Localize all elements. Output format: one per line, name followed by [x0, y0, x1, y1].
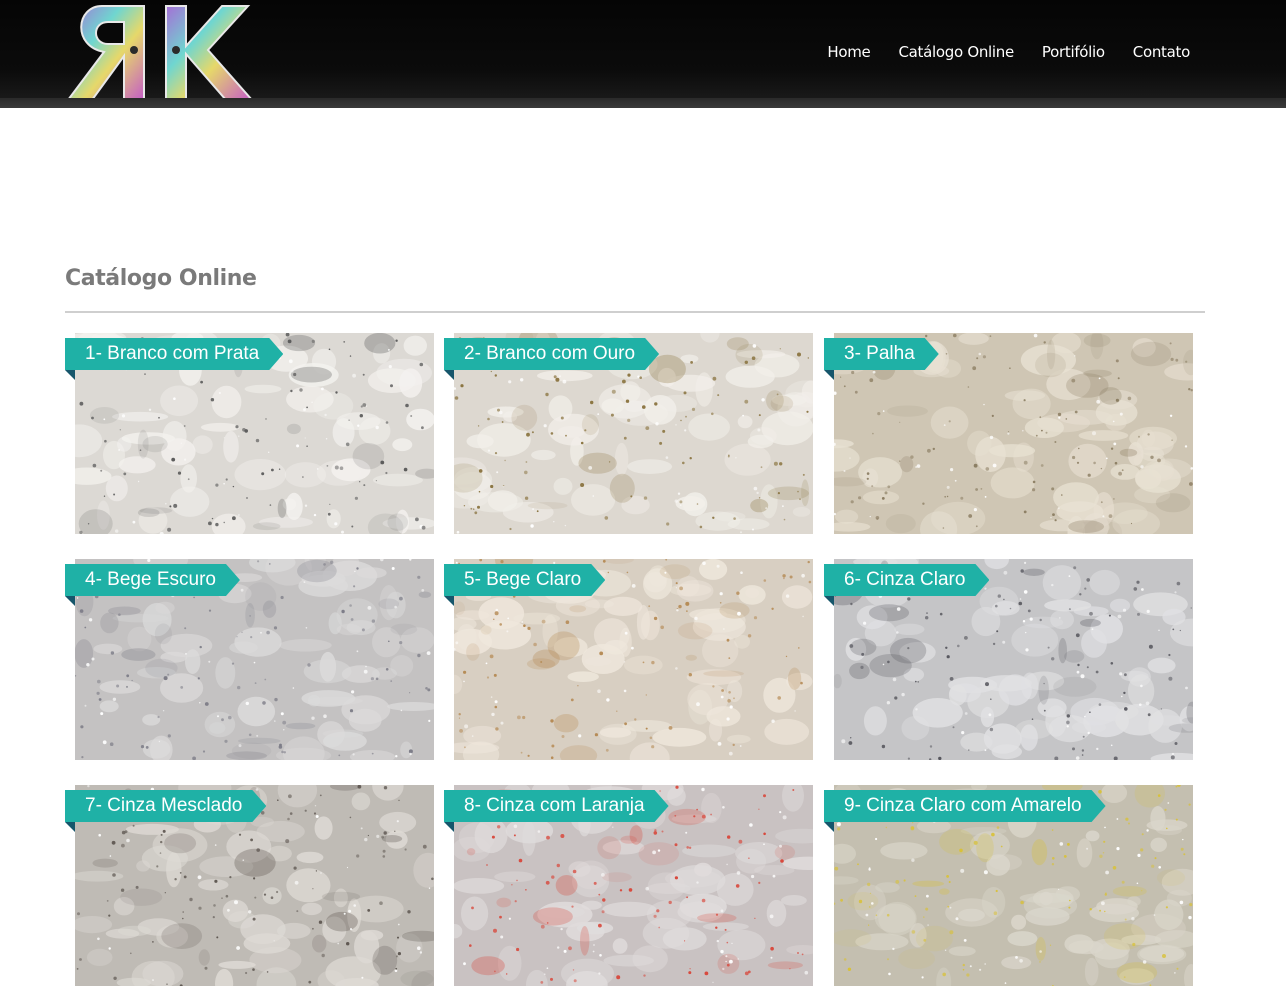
ribbon-fold [444, 596, 454, 606]
catalog-item-label: 3- Palha [824, 338, 939, 370]
header-bottom-strip [0, 98, 1286, 108]
catalog-item[interactable]: 4- Bege Escuro [75, 559, 434, 760]
catalog-item-label: 4- Bege Escuro [65, 564, 240, 596]
catalog-item[interactable]: 3- Palha [834, 333, 1193, 534]
catalog-item-label: 6- Cinza Claro [824, 564, 989, 596]
rk-logo-icon [62, 2, 252, 104]
catalog-item-label: 9- Cinza Claro com Amarelo [824, 790, 1106, 822]
nav-portifolio[interactable]: Portifólio [1042, 43, 1105, 61]
ribbon-fold [824, 370, 834, 380]
ribbon-fold [824, 596, 834, 606]
catalog-item-label: 7- Cinza Mesclado [65, 790, 266, 822]
catalog-item[interactable]: 6- Cinza Claro [834, 559, 1193, 760]
main-nav: Home Catálogo Online Portifólio Contato [827, 43, 1190, 61]
catalog-item-label: 2- Branco com Ouro [444, 338, 659, 370]
nav-home[interactable]: Home [827, 43, 870, 61]
nav-contato[interactable]: Contato [1133, 43, 1190, 61]
catalog-item[interactable]: 7- Cinza Mesclado [75, 785, 434, 986]
ribbon-fold [444, 370, 454, 380]
site-header: Home Catálogo Online Portifólio Contato [0, 0, 1286, 100]
catalog-item[interactable]: 9- Cinza Claro com Amarelo [834, 785, 1193, 986]
catalog-item[interactable]: 1- Branco com Prata [75, 333, 434, 534]
catalog-item-label: 5- Bege Claro [444, 564, 605, 596]
catalog-item[interactable]: 2- Branco com Ouro [454, 333, 813, 534]
ribbon-fold [444, 822, 454, 832]
catalog-item[interactable]: 5- Bege Claro [454, 559, 813, 760]
catalog-item-label: 8- Cinza com Laranja [444, 790, 669, 822]
site-logo[interactable] [62, 2, 252, 104]
catalog-item[interactable]: 8- Cinza com Laranja [454, 785, 813, 986]
catalog-item-label: 1- Branco com Prata [65, 338, 283, 370]
title-divider [65, 311, 1205, 313]
nav-catalogo-online[interactable]: Catálogo Online [898, 43, 1013, 61]
ribbon-fold [65, 822, 75, 832]
ribbon-fold [65, 370, 75, 380]
ribbon-fold [65, 596, 75, 606]
page-title: Catálogo Online [65, 266, 257, 291]
ribbon-fold [824, 822, 834, 832]
